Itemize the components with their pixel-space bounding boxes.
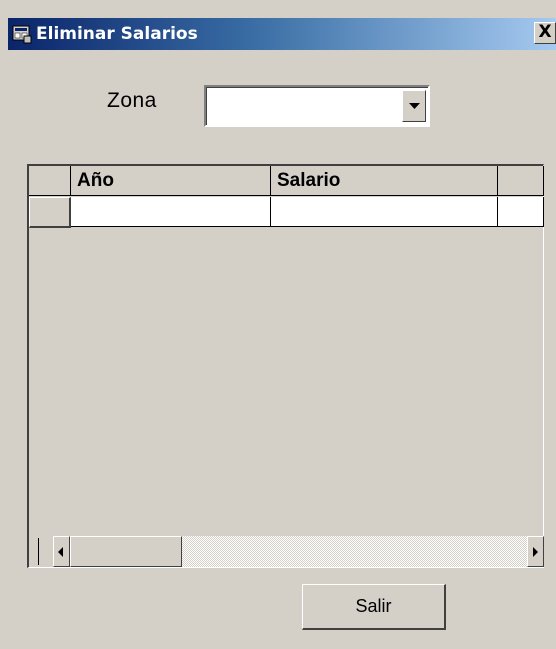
scroll-right-button[interactable] [527,536,544,567]
arrow-right-icon [533,547,538,557]
cell-salario[interactable] [271,197,498,227]
zona-dropdown[interactable] [204,85,430,127]
row-selector[interactable] [29,197,71,228]
scrollbar-thumb[interactable] [70,536,182,567]
cell-filler [498,197,544,227]
column-header-salario[interactable]: Salario [271,166,498,196]
close-button[interactable]: X [534,22,556,44]
horizontal-scrollbar[interactable] [29,536,544,567]
window-title: Eliminar Salarios [36,24,198,44]
cell-anio[interactable] [71,197,271,227]
column-header-anio[interactable]: Año [71,166,271,196]
title-bar[interactable]: Eliminar Salarios X [8,18,556,50]
chevron-down-icon [409,103,420,109]
salir-button[interactable]: Salir [302,584,446,630]
scroll-left-button[interactable] [53,536,70,567]
table-row[interactable] [29,197,544,228]
app-icon [12,24,32,44]
zona-label: Zona [107,89,157,112]
column-header-filler [498,166,544,196]
salarios-grid[interactable]: Año Salario [27,164,544,568]
dropdown-arrow-button[interactable] [402,90,426,122]
grid-header: Año Salario [29,166,544,197]
arrow-left-icon [58,547,63,557]
scrollbar-left-gutter [29,536,53,567]
dialog-window: Eliminar Salarios X Zona Año Salario Sal… [0,0,556,649]
header-corner [29,166,71,196]
